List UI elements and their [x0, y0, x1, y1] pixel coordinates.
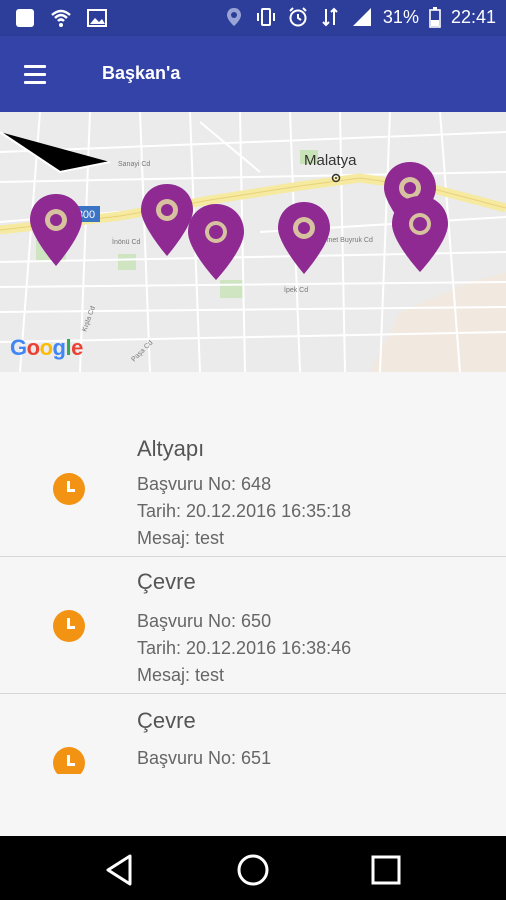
- item-date: Tarih: 20.12.2016 16:35:18: [137, 501, 352, 521]
- street-label: Sanayi Cd: [118, 161, 150, 168]
- clock-icon: [53, 473, 85, 505]
- battery-icon: [429, 7, 441, 28]
- list-item[interactable]: Çevre Başvuru No: 651: [0, 694, 506, 779]
- item-message: Mesaj: test: [137, 665, 225, 685]
- item-category: Çevre: [137, 569, 196, 594]
- item-number: Başvuru No: 651: [137, 748, 272, 768]
- application-list: Altyapı Başvuru No: 648 Tarih: 20.12.201…: [0, 372, 506, 835]
- data-transfer-icon: [322, 7, 338, 27]
- item-number: Başvuru No: 650: [137, 611, 272, 631]
- back-icon[interactable]: [100, 850, 140, 890]
- list-fade: [0, 774, 506, 835]
- wifi-question-icon: [51, 9, 71, 27]
- image-icon: [87, 9, 107, 27]
- map-city-label: Malatya: [304, 152, 357, 169]
- map-view[interactable]: 300 Sanayi Cd İnönü Cd Ahmet Buyruk Cd İ…: [0, 112, 506, 372]
- item-message: Mesaj: test: [137, 528, 225, 548]
- item-number: Başvuru No: 648: [137, 474, 272, 494]
- alarm-icon: [289, 7, 307, 27]
- item-date: Tarih: 20.12.2016 16:38:46: [137, 638, 352, 658]
- status-bar: 31% 22:41: [0, 0, 506, 36]
- item-category: Çevre: [137, 708, 196, 733]
- street-label: İnönü Cd: [112, 237, 141, 246]
- item-category: Altyapı: [137, 436, 205, 461]
- home-icon[interactable]: [233, 850, 273, 890]
- status-time: 22:41: [450, 6, 496, 27]
- google-logo: Google: [10, 335, 83, 360]
- clock-icon: [53, 610, 85, 642]
- page-title: Başkan'a: [102, 63, 181, 83]
- signal-icon: [352, 8, 371, 26]
- list-item[interactable]: Çevre Başvuru No: 650 Tarih: 20.12.2016 …: [0, 557, 506, 694]
- recents-icon[interactable]: [366, 850, 406, 890]
- street-label: İpek Cd: [284, 285, 308, 294]
- location-icon: [226, 8, 241, 26]
- notification-square-icon: [16, 9, 34, 27]
- list-item[interactable]: Altyapı Başvuru No: 648 Tarih: 20.12.201…: [0, 372, 506, 557]
- battery-percent: 31%: [382, 6, 419, 27]
- navigation-bar: [0, 836, 506, 900]
- map-canvas: 300 Sanayi Cd İnönü Cd Ahmet Buyruk Cd İ…: [0, 112, 506, 372]
- app-bar: Başkan'a: [0, 36, 506, 112]
- hamburger-menu-icon[interactable]: [16, 56, 52, 92]
- vibrate-icon: [256, 8, 275, 26]
